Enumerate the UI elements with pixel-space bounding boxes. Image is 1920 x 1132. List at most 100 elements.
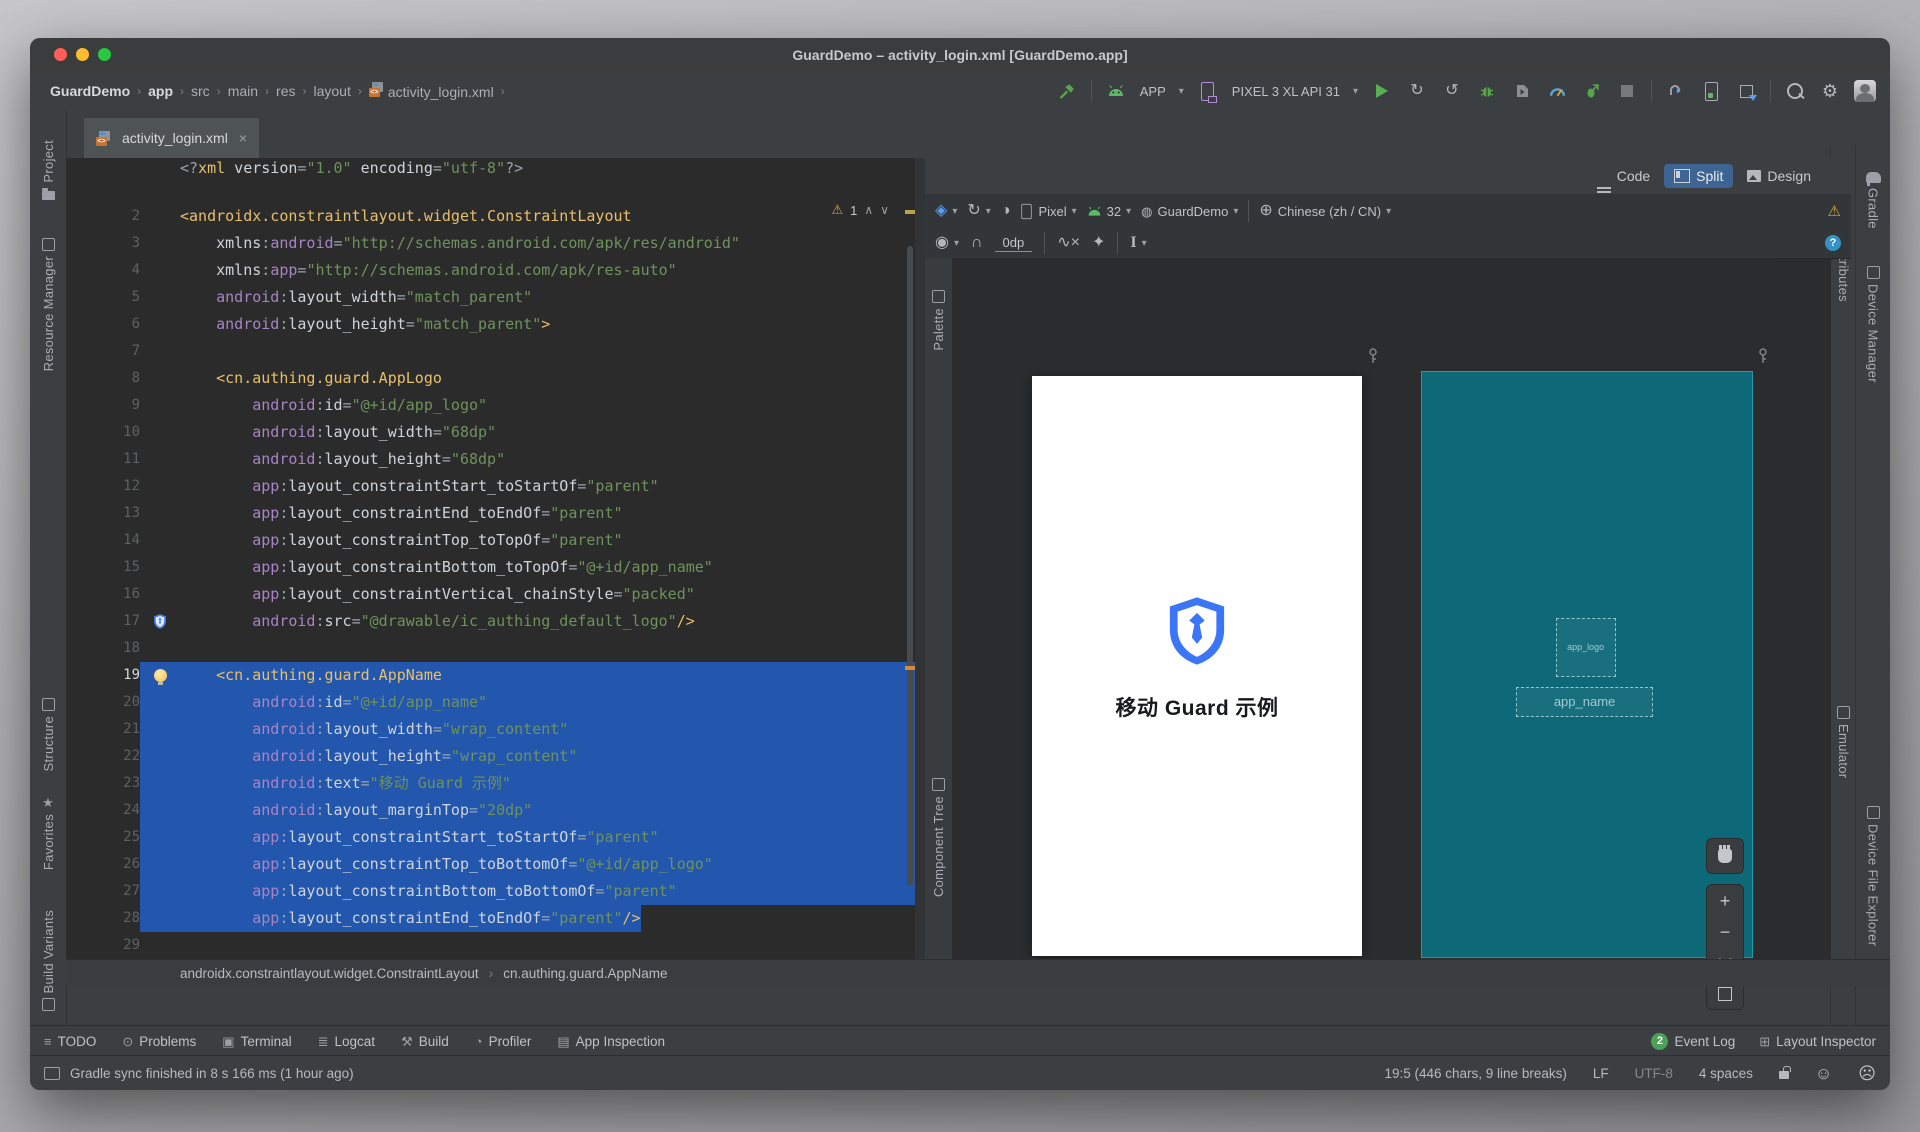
tool-window-button-todo[interactable]: ≡ TODO [44,1034,96,1049]
line-number[interactable]: 14 [66,527,140,554]
sidebar-item-device-file-explorer[interactable]: Device File Explorer [1856,806,1890,946]
breadcrumb-item[interactable]: main [228,83,258,99]
code-line-23[interactable]: 23 android:text="移动 Guard 示例" [66,770,915,797]
tool-window-button-profiler[interactable]: ◔ Profiler [475,1034,532,1049]
line-number[interactable]: 20 [66,689,140,716]
sidebar-item-structure[interactable]: Structure [30,698,66,771]
code-line-22[interactable]: 22 android:layout_height="wrap_content" [66,743,915,770]
frown-feedback-icon[interactable]: ☹ [1858,1065,1876,1082]
sync-gradle-elephant-icon[interactable] [1665,80,1687,102]
change-stripe-mark[interactable] [905,666,915,670]
smile-feedback-icon[interactable]: ☺ [1815,1065,1832,1082]
breadcrumb-item[interactable]: res [276,83,295,99]
locale-select[interactable]: ⊕ Chinese (zh / CN) ▾ [1259,203,1391,219]
infer-constraints-wand-icon[interactable]: ✦ [1092,235,1105,251]
profile-restart-bug-icon[interactable] [1581,80,1603,102]
line-number[interactable]: 4 [66,257,140,284]
line-number[interactable]: 17 [66,608,140,635]
tool-window-button-app-inspection[interactable]: ▤ App Inspection [557,1034,665,1049]
attach-debugger-icon[interactable] [1511,80,1533,102]
mode-split-button[interactable]: Split [1664,164,1734,188]
line-number[interactable]: 10 [66,419,140,446]
apply-changes-icon[interactable]: ↻ [1406,80,1428,102]
breadcrumb-item[interactable]: src [191,83,210,99]
chevron-down-icon[interactable]: ▾ [1353,86,1358,97]
code-line-25[interactable]: 25 app:layout_constraintStart_toStartOf=… [66,824,915,851]
pan-hand-button[interactable] [1706,838,1744,874]
drawable-preview-shield-icon[interactable] [140,608,180,635]
sdk-manager-icon[interactable] [1735,80,1757,102]
breadcrumb-item[interactable]: GuardDemo [50,83,130,99]
line-number[interactable]: 25 [66,824,140,851]
xml-breadcrumb-item[interactable]: cn.authing.guard.AppName [503,966,667,981]
line-number[interactable]: 15 [66,554,140,581]
line-number[interactable]: 2 [66,203,140,230]
search-everywhere-icon[interactable] [1784,80,1806,102]
code-line-7[interactable]: 7 [66,338,915,365]
code-lines[interactable]: 1<?xml version="1.0" encoding="utf-8"?>2… [66,159,915,960]
mode-code-button[interactable]: Code [1587,164,1660,202]
breadcrumb-item[interactable]: app [148,83,173,99]
apply-code-changes-icon[interactable]: ↺ [1441,80,1463,102]
code-line-13[interactable]: 13 app:layout_constraintEnd_toEndOf="par… [66,500,915,527]
sidebar-item-emulator[interactable]: Emulator [1831,706,1856,778]
design-preview-screen[interactable]: 移动 Guard 示例 [1032,376,1362,956]
default-margin-select[interactable]: 0dp [994,234,1033,252]
code-line-10[interactable]: 10 android:layout_width="68dp" [66,419,915,446]
blueprint-app-name-box[interactable]: app_name [1516,686,1654,717]
profiler-gauge-icon[interactable] [1546,80,1568,102]
zoom-out-button[interactable]: − [1707,916,1743,947]
run-configuration-select[interactable]: APP [1140,84,1166,99]
tool-window-button-logcat[interactable]: ≣ Logcat [318,1034,375,1049]
code-line-17[interactable]: 17 android:src="@drawable/ic_authing_def… [66,608,915,635]
breadcrumb-item[interactable]: layout [314,83,351,99]
sidebar-item-device-manager[interactable]: Device Manager [1856,266,1890,383]
user-avatar[interactable] [1854,80,1876,102]
design-canvas[interactable]: 移动 Guard 示例 app_logo app_name + − 1:1 [952,258,1772,1010]
line-separator-indicator[interactable]: LF [1593,1066,1609,1081]
code-line-27[interactable]: 27 app:layout_constraintBottom_toBottomO… [66,878,915,905]
line-number[interactable]: 23 [66,770,140,797]
code-line-26[interactable]: 26 app:layout_constraintTop_toBottomOf="… [66,851,915,878]
sidebar-item-project[interactable]: Project [30,140,66,200]
chevron-down-icon[interactable]: ▾ [1179,86,1184,97]
design-warning-icon[interactable]: ⚠ [1828,202,1841,220]
night-mode-icon[interactable]: ◑ [1001,203,1011,219]
blueprint-preview-screen[interactable]: app_logo app_name [1421,371,1753,958]
event-log-button[interactable]: 2 Event Log [1651,1032,1735,1050]
theme-select[interactable]: ◍ GuardDemo ▾ [1141,204,1238,219]
code-line-19[interactable]: 19 <cn.authing.guard.AppName [66,662,915,689]
sidebar-item-palette[interactable]: Palette [925,290,952,351]
prev-warning-icon[interactable]: ∧ [864,203,873,217]
help-icon[interactable]: ? [1825,235,1841,251]
code-line-20[interactable]: 20 android:id="@+id/app_name" [66,689,915,716]
target-device-select[interactable]: PIXEL 3 XL API 31 [1232,84,1340,99]
code-line-2[interactable]: 2 <androidx.constraintlayout.widget.Const… [66,203,915,230]
api-version-select[interactable]: 32 ▾ [1087,204,1131,219]
sidebar-item-favorites[interactable]: ★ Favorites [30,796,66,870]
code-line-8[interactable]: 8 <cn.authing.guard.AppLogo [66,365,915,392]
sidebar-item-gradle[interactable]: Gradle [1856,172,1890,229]
line-number[interactable]: 26 [66,851,140,878]
line-number[interactable]: 29 [66,932,140,959]
autoconnect-magnet-icon[interactable]: ∩ [971,235,983,251]
debug-bug-icon[interactable] [1476,80,1498,102]
device-manager-icon[interactable] [1700,80,1722,102]
line-number[interactable]: 21 [66,716,140,743]
code-line-6[interactable]: 6 android:layout_height="match_parent"> [66,311,915,338]
line-number[interactable]: 8 [66,365,140,392]
status-message[interactable]: Gradle sync finished in 8 s 166 ms (1 ho… [70,1066,354,1081]
blueprint-app-logo-box[interactable]: app_logo [1555,617,1616,677]
code-line-3[interactable]: 3 xmlns:android="http://schemas.android.… [66,230,915,257]
line-number[interactable]: 19 [66,662,140,689]
line-number[interactable]: 27 [66,878,140,905]
build-hammer-icon[interactable] [1056,80,1078,102]
code-line-21[interactable]: 21 android:layout_width="wrap_content" [66,716,915,743]
view-options-eye-icon[interactable]: ◉ ▾ [935,235,959,251]
line-number[interactable]: 22 [66,743,140,770]
code-line-9[interactable]: 9 android:id="@+id/app_logo" [66,392,915,419]
editor-scrollbar[interactable] [907,246,913,886]
layout-inspector-button[interactable]: ⊞ Layout Inspector [1759,1034,1876,1049]
clear-constraints-icon[interactable]: ∿× [1057,235,1080,251]
breadcrumb-item[interactable]: <> activity_login.xml [368,82,494,100]
